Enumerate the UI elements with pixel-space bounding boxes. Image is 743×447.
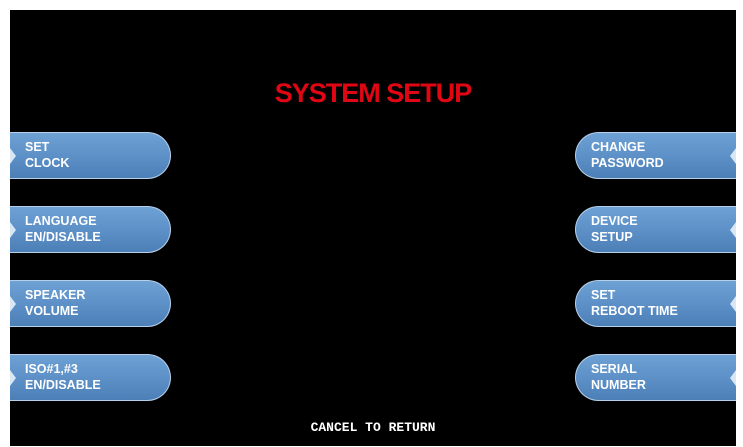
button-label-line1: DEVICE (591, 214, 638, 228)
set-clock-button[interactable]: SET CLOCK (10, 132, 171, 179)
button-label-line2: EN/DISABLE (25, 378, 101, 392)
side-key-indicator-icon (10, 221, 16, 238)
serial-number-button[interactable]: SERIAL NUMBER (575, 354, 736, 401)
side-key-indicator-icon (730, 147, 736, 164)
button-label-line2: SETUP (591, 230, 633, 244)
side-key-indicator-icon (730, 221, 736, 238)
button-label-line1: ISO#1,#3 (25, 362, 78, 376)
button-label-line2: VOLUME (25, 304, 79, 318)
side-key-indicator-icon (10, 295, 16, 312)
page-title: SYSTEM SETUP (274, 78, 473, 108)
button-label-line1: SET (591, 288, 616, 302)
cancel-instruction: CANCEL TO RETURN (310, 420, 436, 435)
button-label-line2: CLOCK (25, 156, 70, 170)
button-label-line1: LANGUAGE (25, 214, 97, 228)
button-label-line2: PASSWORD (591, 156, 664, 170)
button-label-line1: CHANGE (591, 140, 646, 154)
button-label-line2: EN/DISABLE (25, 230, 101, 244)
button-label-line2: NUMBER (591, 378, 646, 392)
speaker-volume-button[interactable]: SPEAKER VOLUME (10, 280, 171, 327)
button-label-line1: SERIAL (591, 362, 637, 376)
side-key-indicator-icon (10, 147, 16, 164)
iso-endisable-button[interactable]: ISO#1,#3 EN/DISABLE (10, 354, 171, 401)
button-label-line2: REBOOT TIME (591, 304, 678, 318)
button-label-line1: SPEAKER (25, 288, 86, 302)
change-password-button[interactable]: CHANGE PASSWORD (575, 132, 736, 179)
language-endisable-button[interactable]: LANGUAGE EN/DISABLE (10, 206, 171, 253)
button-label-line1: SET (25, 140, 50, 154)
side-key-indicator-icon (10, 369, 16, 386)
atm-screen: SYSTEM SETUP SET CLOCK LANGUAGE EN/DISAB… (10, 10, 736, 446)
set-reboot-time-button[interactable]: SET REBOOT TIME (575, 280, 736, 327)
side-key-indicator-icon (730, 295, 736, 312)
device-setup-button[interactable]: DEVICE SETUP (575, 206, 736, 253)
side-key-indicator-icon (730, 369, 736, 386)
